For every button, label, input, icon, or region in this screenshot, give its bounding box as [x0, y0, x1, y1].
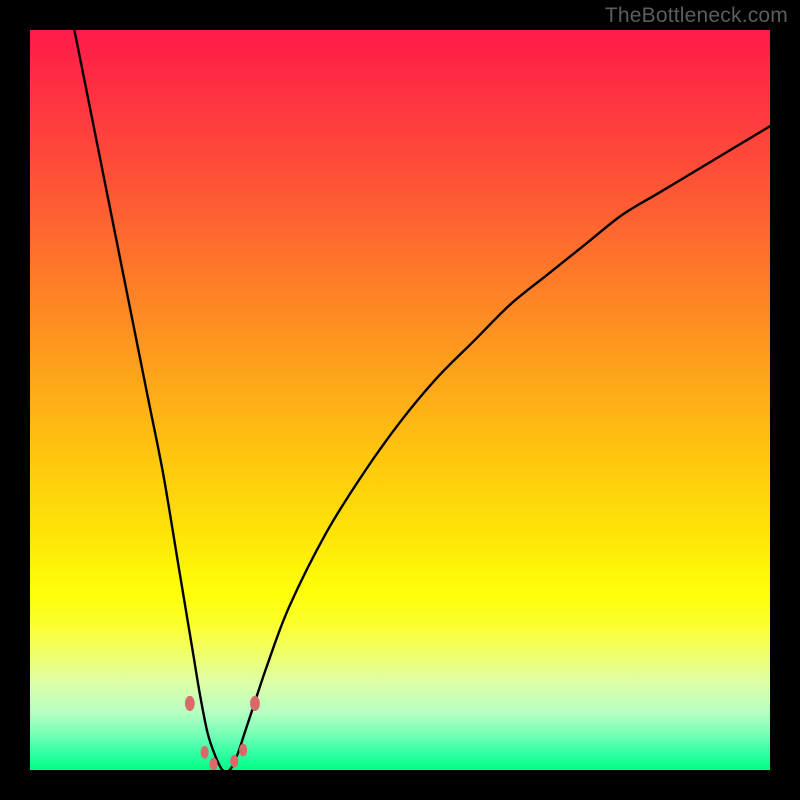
chart-frame: TheBottleneck.com	[0, 0, 800, 800]
curve-svg	[30, 30, 770, 770]
curve-marker	[201, 746, 209, 759]
bottleneck-curve	[74, 30, 770, 770]
curve-marker	[185, 696, 195, 711]
curve-marker	[230, 755, 238, 768]
curve-marker	[239, 744, 247, 757]
curve-marker	[209, 758, 217, 770]
curve-marker	[250, 696, 260, 711]
plot-area	[30, 30, 770, 770]
curve-markers	[185, 696, 260, 770]
watermark-label: TheBottleneck.com	[605, 4, 788, 28]
